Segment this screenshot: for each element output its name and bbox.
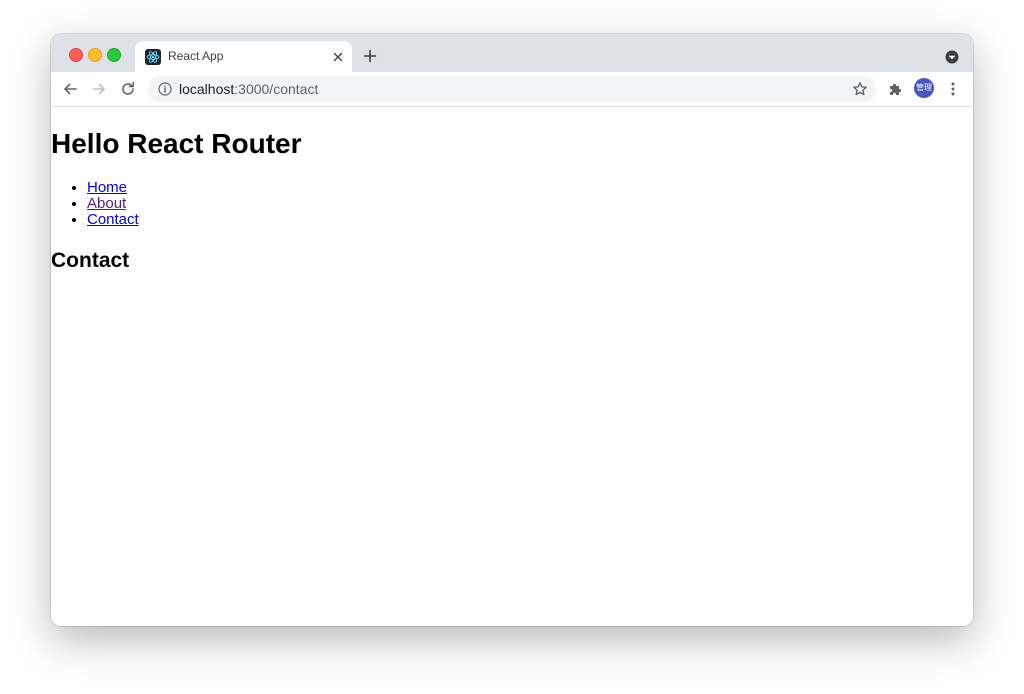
avatar[interactable]: 管理 <box>914 78 934 98</box>
page-title: Hello React Router <box>51 128 302 159</box>
react-favicon-icon <box>145 49 161 65</box>
reload-icon[interactable] <box>119 80 137 98</box>
puzzle-icon[interactable] <box>887 80 905 98</box>
page-content: Hello React Router Home About Contact Co… <box>51 107 973 626</box>
browser-window: React App localhost:3000/contact 管理 Hell… <box>51 34 973 626</box>
close-icon[interactable] <box>330 49 346 65</box>
star-icon[interactable] <box>852 81 868 97</box>
browser-tab[interactable]: React App <box>135 41 352 72</box>
minimize-window-button[interactable] <box>88 48 102 62</box>
list-item: Contact <box>87 212 139 228</box>
title-bar: React App <box>51 34 973 72</box>
address-bar[interactable]: localhost:3000/contact <box>148 76 876 102</box>
nav-list: Home About Contact <box>51 180 139 228</box>
close-window-button[interactable] <box>69 48 83 62</box>
nav-link-about[interactable]: About <box>87 195 126 212</box>
info-icon[interactable] <box>158 82 172 96</box>
url-host: localhost <box>179 81 235 97</box>
tab-title: React App <box>168 49 224 63</box>
forward-arrow-icon[interactable] <box>90 80 108 98</box>
kebab-menu-icon[interactable] <box>947 80 959 98</box>
url-text: localhost:3000/contact <box>179 81 318 97</box>
url-path: :3000/contact <box>234 81 319 97</box>
zoom-window-button[interactable] <box>107 48 121 62</box>
back-arrow-icon[interactable] <box>61 80 79 98</box>
list-item: Home <box>87 180 139 196</box>
nav-link-contact[interactable]: Contact <box>87 211 139 228</box>
nav-link-home[interactable]: Home <box>87 179 127 196</box>
toolbar: localhost:3000/contact 管理 <box>51 72 973 107</box>
plus-icon[interactable] <box>362 48 378 64</box>
tab-search-icon[interactable] <box>945 50 959 64</box>
section-heading: Contact <box>51 249 130 272</box>
list-item: About <box>87 196 139 212</box>
